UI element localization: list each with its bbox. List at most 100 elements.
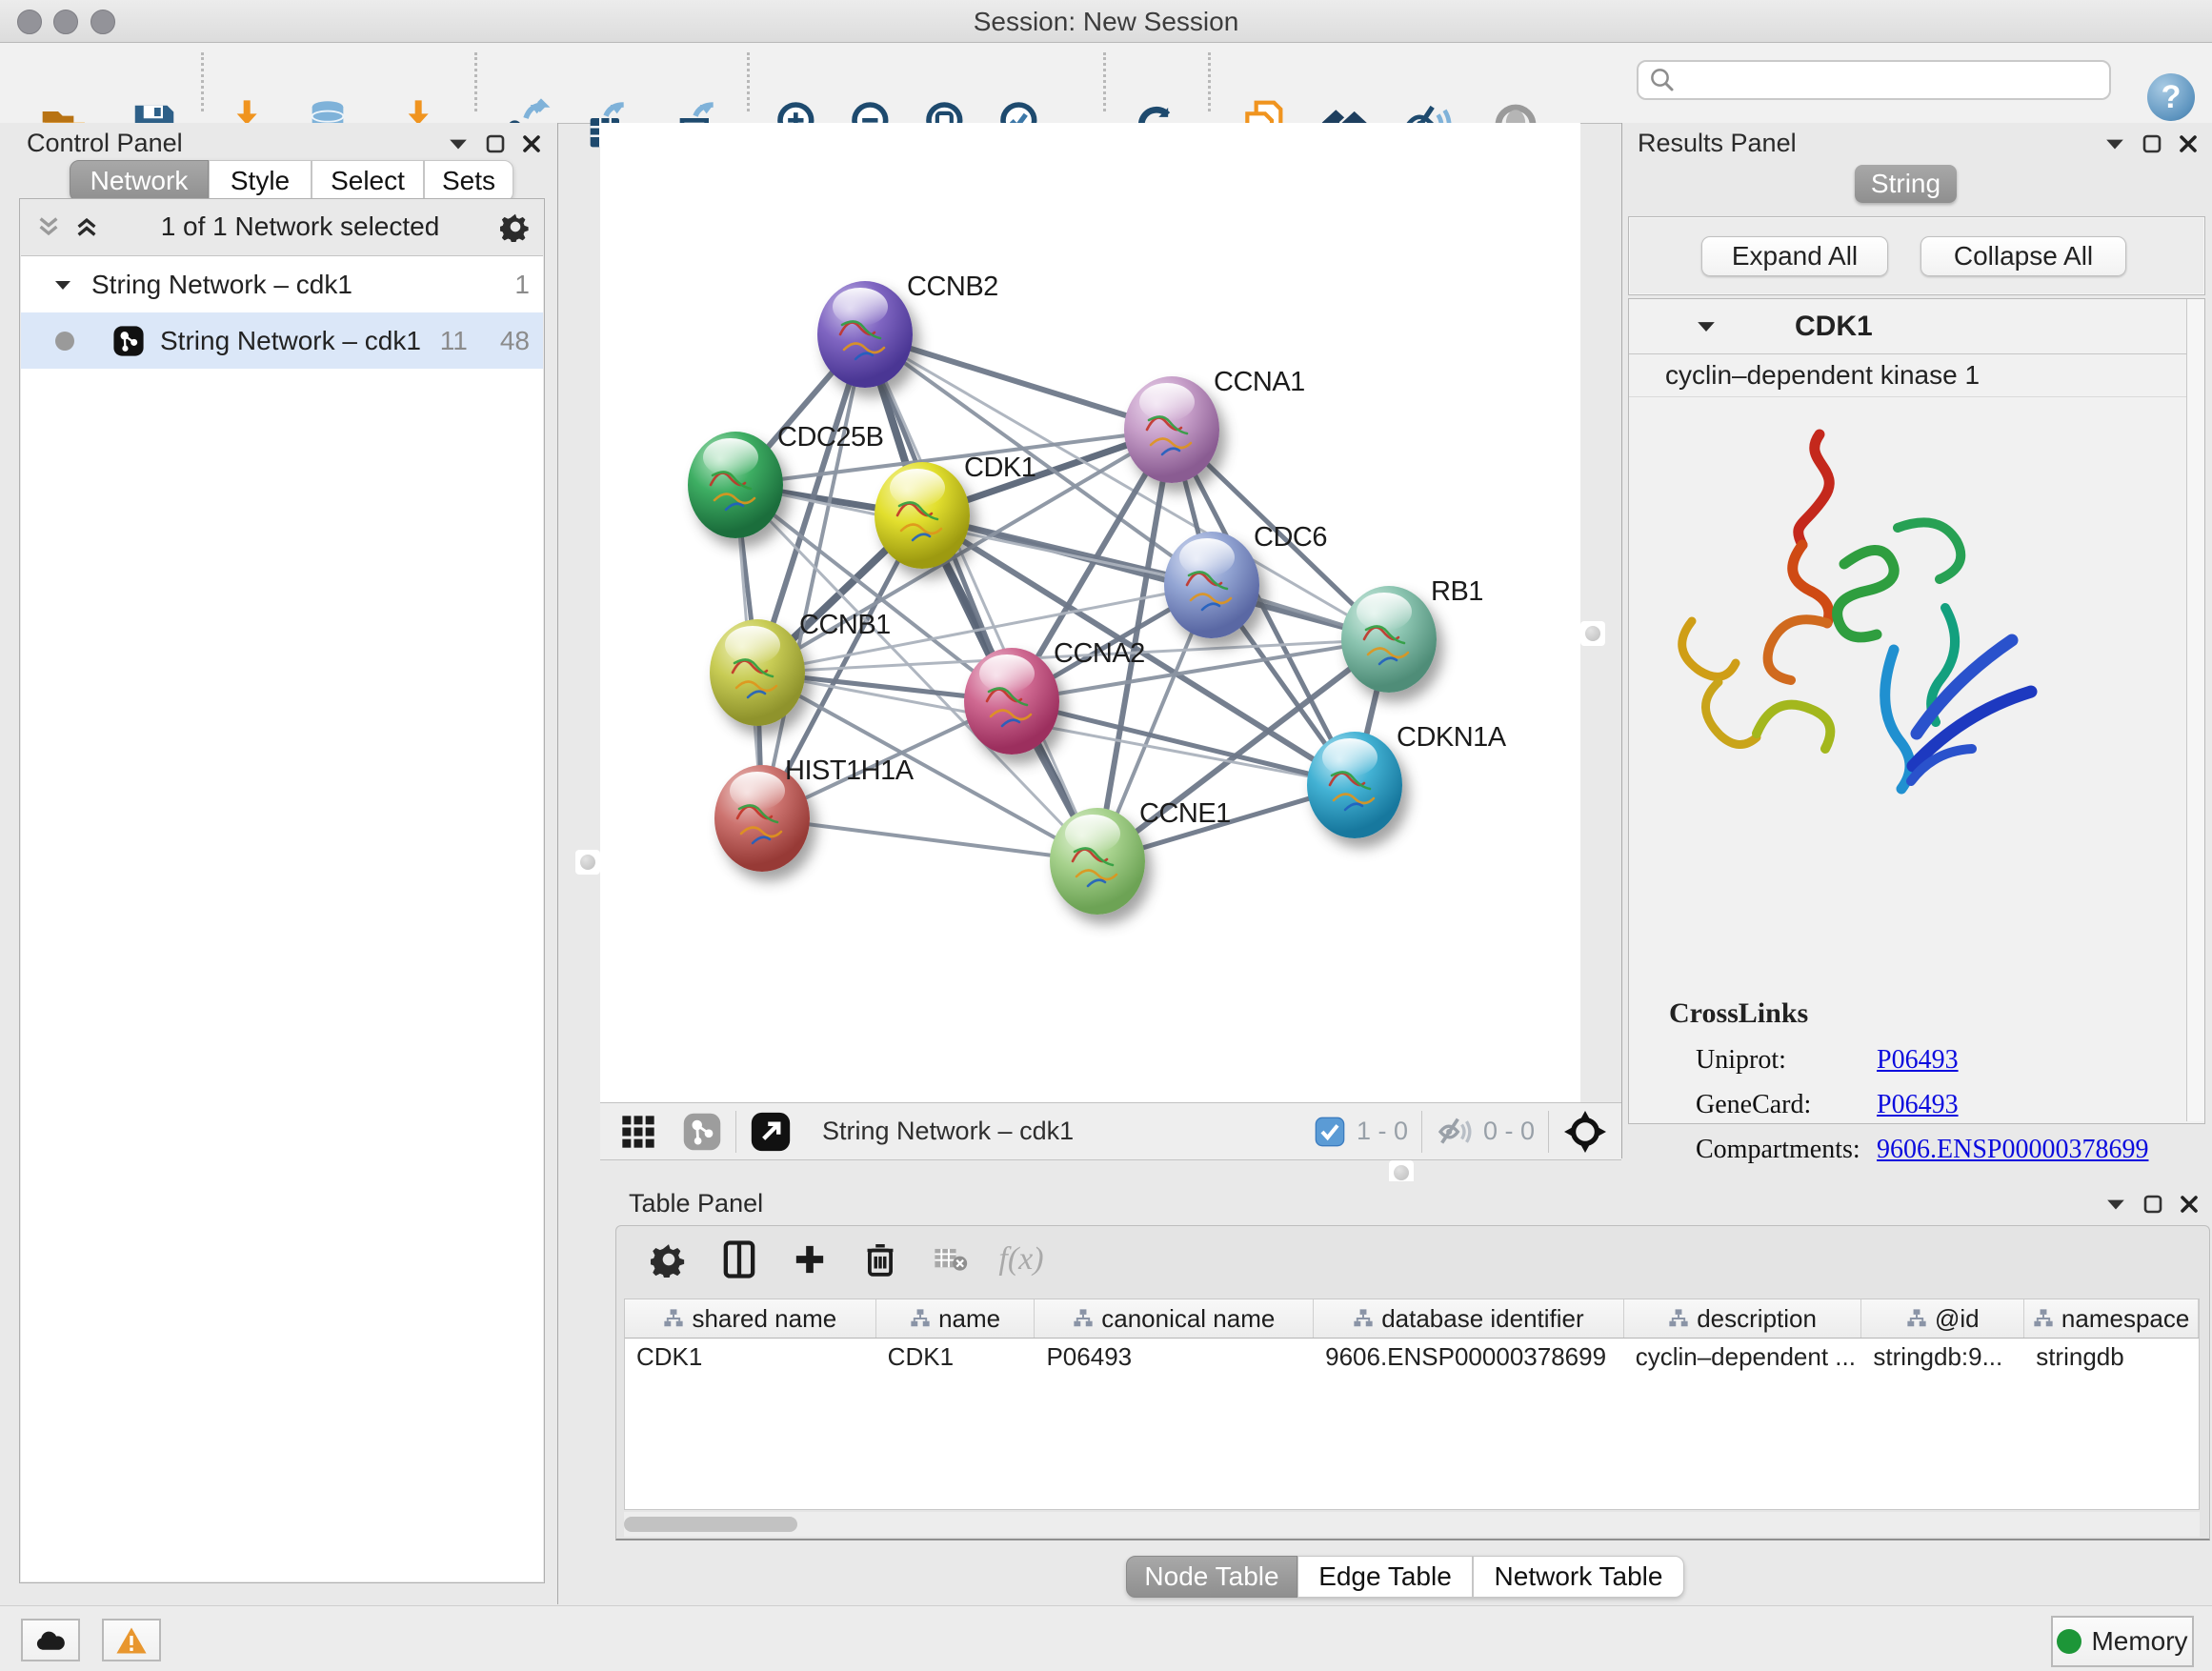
table-cell[interactable]: CDK1	[625, 1342, 876, 1372]
column-header-description[interactable]: description	[1624, 1299, 1862, 1338]
table-cell[interactable]: stringdb:9...	[1861, 1342, 2024, 1372]
crosslink-link[interactable]: 9606.ENSP00000378699	[1877, 1135, 2148, 1165]
results-scrollbar[interactable]	[2186, 299, 2204, 1121]
tab-node-table[interactable]: Node Table	[1126, 1556, 1297, 1598]
cloud-button[interactable]	[21, 1619, 80, 1661]
protein-node-cdc6[interactable]	[1164, 532, 1259, 638]
table-cell[interactable]: P06493	[1035, 1342, 1314, 1372]
help-button[interactable]: ?	[2147, 73, 2195, 121]
tab-network[interactable]: Network	[70, 160, 209, 202]
column-header-namespace[interactable]: namespace	[2024, 1299, 2199, 1338]
collapse-all-button[interactable]: Collapse All	[1920, 236, 2126, 276]
crosslink-link[interactable]: P06493	[1877, 1090, 1959, 1120]
protein-node-rb1[interactable]	[1341, 586, 1437, 693]
tab-string[interactable]: String	[1855, 165, 1957, 203]
table-hscrollbar[interactable]	[624, 1512, 2200, 1537]
tab-style[interactable]: Style	[209, 160, 312, 202]
network-edge[interactable]	[762, 818, 1097, 861]
network-badge-gray-icon[interactable]	[682, 1112, 722, 1152]
grid-view-icon[interactable]	[619, 1113, 657, 1151]
network-node-count: 11	[440, 326, 468, 356]
crosslink-link[interactable]: P06493	[1877, 1045, 1959, 1076]
toolbar-separator	[1548, 1111, 1549, 1153]
column-header-shared-name[interactable]: shared name	[625, 1299, 876, 1338]
table-cell[interactable]: 9606.ENSP00000378699	[1314, 1342, 1624, 1372]
tab-network-table[interactable]: Network Table	[1473, 1556, 1684, 1598]
network-collection-row[interactable]: String Network – cdk1 1	[21, 256, 543, 312]
search-input[interactable]	[1677, 65, 2081, 96]
node-label-ccna1: CCNA1	[1214, 367, 1305, 398]
node-label-ccna2: CCNA2	[1054, 638, 1145, 670]
table-row[interactable]: CDK1CDK1P064939606.ENSP00000378699cyclin…	[625, 1339, 2199, 1375]
panel-menu-icon[interactable]	[2105, 1198, 2126, 1211]
expand-all-button[interactable]: Expand All	[1701, 236, 1888, 276]
float-panel-icon[interactable]	[2142, 134, 2162, 153]
birds-eye-crosshair-icon[interactable]	[1562, 1109, 1608, 1155]
toolbar-separator	[747, 52, 750, 111]
panel-menu-icon[interactable]	[2104, 137, 2125, 151]
network-view-toolbar: String Network – cdk1 1 - 0 0 - 0	[600, 1102, 1621, 1160]
column-type-icon	[1073, 1308, 1094, 1329]
protein-node-cdc25b[interactable]	[688, 432, 783, 538]
control-panel-tabs: Network Style Select Sets	[70, 160, 513, 202]
column-header-name[interactable]: name	[876, 1299, 1036, 1338]
tab-edge-table[interactable]: Edge Table	[1297, 1556, 1473, 1598]
table-cell[interactable]: CDK1	[876, 1342, 1036, 1372]
float-panel-icon[interactable]	[2143, 1195, 2162, 1214]
protein-node-ccnb2[interactable]	[817, 281, 913, 388]
protein-node-cdkn1a[interactable]	[1307, 732, 1402, 838]
left-splitter-handle[interactable]	[575, 850, 600, 875]
table-cell[interactable]: cyclin–dependent ...	[1624, 1342, 1862, 1372]
delete-column-button[interactable]	[853, 1232, 908, 1287]
tree-expander-icon[interactable]	[53, 278, 72, 292]
node-label-rb1: RB1	[1431, 576, 1483, 608]
memory-button[interactable]: Memory	[2051, 1616, 2194, 1667]
trash-icon	[864, 1241, 896, 1278]
create-column-button[interactable]	[782, 1232, 837, 1287]
node-structure-thumbnail	[725, 644, 786, 707]
tab-sets[interactable]: Sets	[424, 160, 513, 202]
open-in-window-icon[interactable]	[750, 1111, 792, 1153]
close-panel-icon[interactable]	[2179, 134, 2198, 153]
warnings-button[interactable]	[102, 1619, 161, 1661]
protein-node-ccna2[interactable]	[964, 648, 1059, 755]
protein-node-cdk1[interactable]	[875, 462, 970, 569]
protein-structure-image	[1658, 413, 2058, 823]
protein-header-row[interactable]: CDK1	[1629, 299, 2204, 354]
protein-node-ccna1[interactable]	[1124, 376, 1219, 483]
table-hscrollbar-thumb[interactable]	[624, 1517, 797, 1532]
column-header-canonical-name[interactable]: canonical name	[1035, 1299, 1314, 1338]
hidden-eye-icon[interactable]	[1436, 1113, 1474, 1151]
tab-select[interactable]: Select	[312, 160, 424, 202]
control-panel-title: Control Panel	[27, 129, 183, 158]
function-builder-button[interactable]: f(x)	[994, 1232, 1049, 1287]
collapse-all-chevron-icon[interactable]	[35, 215, 62, 238]
close-panel-icon[interactable]	[522, 134, 541, 153]
column-header--id[interactable]: @id	[1861, 1299, 2024, 1338]
toolbar-separator	[1421, 1111, 1422, 1153]
panel-menu-icon[interactable]	[448, 137, 469, 151]
node-structure-thumbnail	[890, 487, 951, 550]
search-box[interactable]	[1637, 60, 2111, 100]
table-options-button[interactable]	[641, 1232, 696, 1287]
status-bar: Memory	[0, 1605, 2212, 1671]
show-columns-button[interactable]	[712, 1232, 767, 1287]
right-splitter-handle[interactable]	[1580, 621, 1605, 646]
float-panel-icon[interactable]	[486, 134, 505, 153]
protein-node-ccne1[interactable]	[1050, 808, 1145, 915]
column-header-database-identifier[interactable]: database identifier	[1314, 1299, 1624, 1338]
results-panel: Results Panel String Expand All Collapse…	[1621, 123, 2212, 1158]
protein-node-ccnb1[interactable]	[710, 619, 805, 726]
crosslink-label: GeneCard:	[1629, 1090, 1877, 1120]
table-cell[interactable]: stringdb	[2024, 1342, 2199, 1372]
memory-label: Memory	[2091, 1626, 2187, 1657]
close-panel-icon[interactable]	[2180, 1195, 2199, 1214]
collapse-section-icon[interactable]	[1696, 319, 1717, 333]
expand-all-chevron-icon[interactable]	[73, 215, 100, 238]
network-row[interactable]: String Network – cdk1 11 48	[21, 312, 543, 369]
network-options-gear-icon[interactable]	[500, 211, 531, 242]
network-canvas[interactable]: CCNB2 CCNA1 CDC25B CDK1	[600, 123, 1580, 1102]
table-panel: Table Panel	[600, 1181, 2212, 1604]
delete-table-button[interactable]	[923, 1232, 978, 1287]
selected-checkbox-icon[interactable]	[1315, 1117, 1345, 1147]
